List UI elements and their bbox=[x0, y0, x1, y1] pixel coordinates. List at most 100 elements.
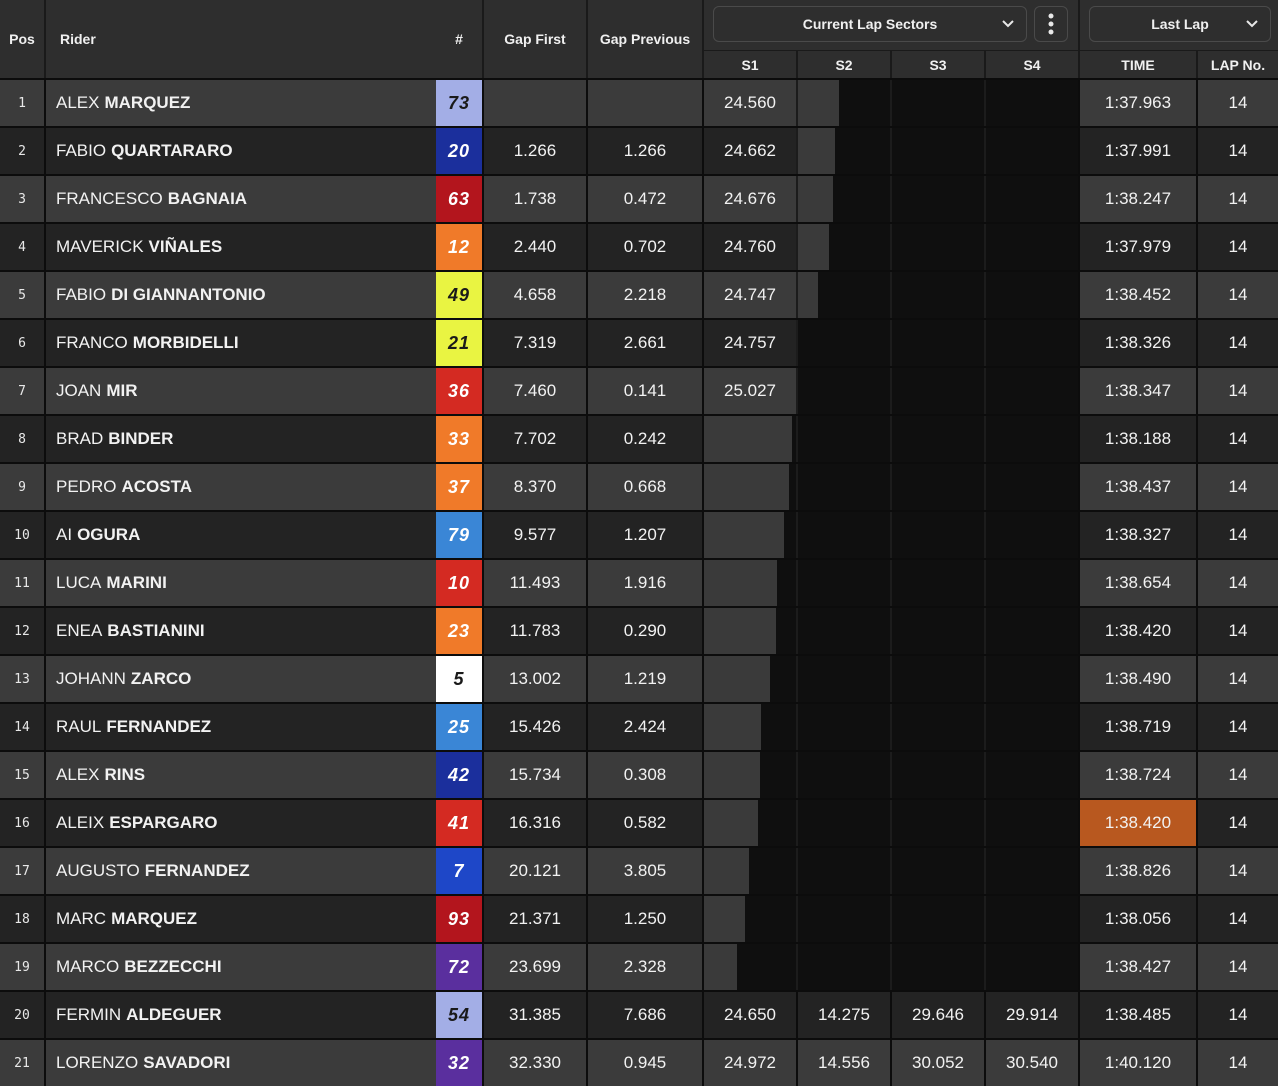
sector-3-cell: 30.052 bbox=[892, 1040, 984, 1086]
table-row[interactable]: 6 FRANCO MORBIDELLI 21 7.319 2.661 24.757 1:38.… bbox=[0, 320, 1278, 366]
gap-previous-cell bbox=[588, 80, 702, 126]
gap-previous-cell: 7.686 bbox=[588, 992, 702, 1038]
lap-number-cell: 14 bbox=[1198, 944, 1278, 990]
table-row[interactable]: 4 MAVERICK VIÑALES 12 2.440 0.702 24.760 1:37.9… bbox=[0, 224, 1278, 270]
rider-number-badge: 25 bbox=[436, 704, 482, 750]
rider-first-name: FRANCESCO bbox=[56, 189, 163, 208]
table-row[interactable]: 19 MARCO BEZZECCHI 72 23.699 2.328 1:38.427 14 bbox=[0, 944, 1278, 990]
table-row[interactable]: 10 AI OGURA 79 9.577 1.207 1:38.327 14 bbox=[0, 512, 1278, 558]
table-row[interactable]: 16 ALEIX ESPARGARO 41 16.316 0.582 1:38.420 14 bbox=[0, 800, 1278, 846]
last-lap-dropdown[interactable]: Last Lap bbox=[1089, 6, 1271, 42]
sector-3-cell: 29.646 bbox=[892, 992, 984, 1038]
header-s3: S3 bbox=[929, 56, 947, 73]
sector-1-cell: 25.027 bbox=[704, 368, 796, 414]
gap-first-cell: 2.440 bbox=[484, 224, 586, 270]
position-cell: 20 bbox=[0, 992, 44, 1038]
gap-previous-cell: 1.266 bbox=[588, 128, 702, 174]
position-cell: 14 bbox=[0, 704, 44, 750]
rider-last-name: ZARCO bbox=[130, 669, 192, 688]
rider-number-badge: 72 bbox=[436, 944, 482, 990]
lap-number-cell: 14 bbox=[1198, 368, 1278, 414]
rider-name-cell: MAVERICK VIÑALES bbox=[46, 224, 436, 270]
table-row[interactable]: 18 MARC MARQUEZ 93 21.371 1.250 1:38.056 14 bbox=[0, 896, 1278, 942]
rider-number-badge: 54 bbox=[436, 992, 482, 1038]
table-row[interactable]: 11 LUCA MARINI 10 11.493 1.916 1:38.654 14 bbox=[0, 560, 1278, 606]
sector-progress-bar bbox=[798, 80, 839, 126]
table-row[interactable]: 21 LORENZO SAVADORI 32 32.330 0.945 24.972 14.5… bbox=[0, 1040, 1278, 1086]
rider-last-name: SAVADORI bbox=[143, 1053, 231, 1072]
header-gap-first: Gap First bbox=[504, 31, 566, 47]
gap-first-cell: 9.577 bbox=[484, 512, 586, 558]
table-row[interactable]: 9 PEDRO ACOSTA 37 8.370 0.668 1:38.437 14 bbox=[0, 464, 1278, 510]
table-row[interactable]: 5 FABIO DI GIANNANTONIO 49 4.658 2.218 24.747 1… bbox=[0, 272, 1278, 318]
rider-last-name: BEZZECCHI bbox=[124, 957, 222, 976]
sector-1-cell: 24.650 bbox=[704, 992, 796, 1038]
last-lap-time-cell: 1:38.247 bbox=[1080, 176, 1196, 222]
position-cell: 4 bbox=[0, 224, 44, 270]
rider-last-name: MARQUEZ bbox=[104, 93, 191, 112]
rider-name-cell: RAUL FERNANDEZ bbox=[46, 704, 436, 750]
rider-first-name: AI bbox=[56, 525, 73, 544]
sectors-dropdown[interactable]: Current Lap Sectors bbox=[713, 6, 1027, 42]
table-row[interactable]: 2 FABIO QUARTARARO 20 1.266 1.266 24.662 1:37.9… bbox=[0, 128, 1278, 174]
rider-last-name: MARQUEZ bbox=[111, 909, 198, 928]
lap-number-cell: 14 bbox=[1198, 656, 1278, 702]
rider-first-name: JOAN bbox=[56, 381, 102, 400]
gap-previous-cell: 1.916 bbox=[588, 560, 702, 606]
sector-1-cell: 24.662 bbox=[704, 128, 796, 174]
table-row[interactable]: 14 RAUL FERNANDEZ 25 15.426 2.424 1:38.719 14 bbox=[0, 704, 1278, 750]
table-row[interactable]: 13 JOHANN ZARCO 5 13.002 1.219 1:38.490 14 bbox=[0, 656, 1278, 702]
position-cell: 8 bbox=[0, 416, 44, 462]
rider-number-badge: 37 bbox=[436, 464, 482, 510]
gap-previous-cell: 0.472 bbox=[588, 176, 702, 222]
table-row[interactable]: 17 AUGUSTO FERNANDEZ 7 20.121 3.805 1:38.826 14 bbox=[0, 848, 1278, 894]
chevron-down-icon bbox=[1002, 20, 1014, 28]
gap-previous-cell: 2.424 bbox=[588, 704, 702, 750]
table-row[interactable]: 20 FERMIN ALDEGUER 54 31.385 7.686 24.650 14.27… bbox=[0, 992, 1278, 1038]
lap-number-cell: 14 bbox=[1198, 992, 1278, 1038]
table-row[interactable]: 15 ALEX RINS 42 15.734 0.308 1:38.724 14 bbox=[0, 752, 1278, 798]
last-lap-time-cell: 1:38.826 bbox=[1080, 848, 1196, 894]
table-row[interactable]: 1 ALEX MARQUEZ 73 24.560 1:37.963 14 bbox=[0, 80, 1278, 126]
more-options-button[interactable] bbox=[1034, 6, 1068, 42]
gap-first-cell: 23.699 bbox=[484, 944, 586, 990]
sector-2-cell: 14.275 bbox=[798, 992, 890, 1038]
table-row[interactable]: 7 JOAN MIR 36 7.460 0.141 25.027 1:38.347 14 bbox=[0, 368, 1278, 414]
table-row[interactable]: 8 BRAD BINDER 33 7.702 0.242 1:38.188 14 bbox=[0, 416, 1278, 462]
gap-first-cell: 4.658 bbox=[484, 272, 586, 318]
gap-previous-cell: 0.702 bbox=[588, 224, 702, 270]
header-s4: S4 bbox=[1023, 56, 1041, 73]
gap-first-cell: 1.738 bbox=[484, 176, 586, 222]
gap-first-cell: 11.783 bbox=[484, 608, 586, 654]
header-time: TIME bbox=[1121, 56, 1155, 73]
sector-1-cell: 24.676 bbox=[704, 176, 796, 222]
gap-first-cell: 7.702 bbox=[484, 416, 586, 462]
rider-last-name: OGURA bbox=[77, 525, 141, 544]
rider-name-cell: AUGUSTO FERNANDEZ bbox=[46, 848, 436, 894]
table-row[interactable]: 12 ENEA BASTIANINI 23 11.783 0.290 1:38.420 14 bbox=[0, 608, 1278, 654]
rider-name-cell: PEDRO ACOSTA bbox=[46, 464, 436, 510]
header-pos: Pos bbox=[9, 31, 35, 47]
rider-first-name: LORENZO bbox=[56, 1053, 139, 1072]
last-lap-time-cell: 1:37.963 bbox=[1080, 80, 1196, 126]
lap-number-cell: 14 bbox=[1198, 512, 1278, 558]
last-lap-time-cell: 1:38.188 bbox=[1080, 416, 1196, 462]
rider-number-badge: 79 bbox=[436, 512, 482, 558]
gap-previous-cell: 1.250 bbox=[588, 896, 702, 942]
rider-last-name: MARINI bbox=[106, 573, 167, 592]
rider-name-cell: ALEIX ESPARGARO bbox=[46, 800, 436, 846]
last-lap-time-cell: 1:38.437 bbox=[1080, 464, 1196, 510]
lap-number-cell: 14 bbox=[1198, 224, 1278, 270]
table-row[interactable]: 3 FRANCESCO BAGNAIA 63 1.738 0.472 24.676 1:38.… bbox=[0, 176, 1278, 222]
last-lap-time-cell: 1:40.120 bbox=[1080, 1040, 1196, 1086]
rider-first-name: ALEX bbox=[56, 765, 100, 784]
gap-previous-cell: 2.328 bbox=[588, 944, 702, 990]
lap-number-cell: 14 bbox=[1198, 320, 1278, 366]
last-lap-time-cell: 1:37.991 bbox=[1080, 128, 1196, 174]
rider-first-name: ALEIX bbox=[56, 813, 105, 832]
position-cell: 6 bbox=[0, 320, 44, 366]
last-lap-time-cell: 1:38.420 bbox=[1080, 608, 1196, 654]
rider-number-badge: 10 bbox=[436, 560, 482, 606]
header-s2: S2 bbox=[835, 56, 853, 73]
gap-previous-cell: 1.207 bbox=[588, 512, 702, 558]
